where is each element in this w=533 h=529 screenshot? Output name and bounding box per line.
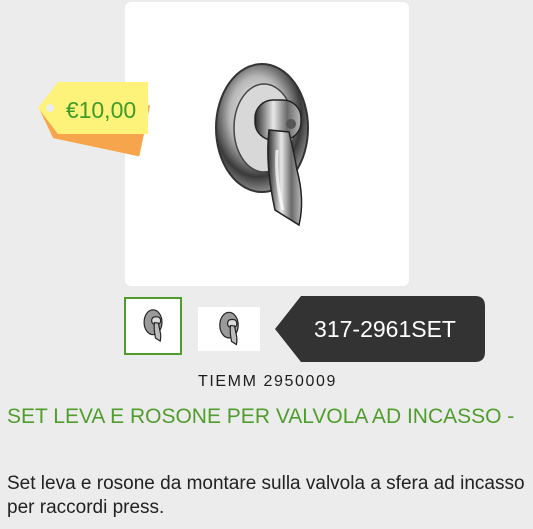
mixer-lever-icon bbox=[219, 311, 239, 346]
price-label: €10,00 bbox=[65, 97, 137, 123]
mixer-lever-icon bbox=[215, 63, 309, 227]
product-image-frame[interactable] bbox=[125, 2, 409, 286]
product-description: Set leva e rosone da montare sulla valvo… bbox=[7, 473, 525, 518]
thumbnail-1[interactable] bbox=[124, 297, 182, 355]
product-code: 317-2961SET bbox=[314, 316, 456, 342]
thumbnail-2[interactable] bbox=[198, 307, 260, 351]
mixer-lever-icon bbox=[143, 309, 163, 342]
product-title: SET LEVA E ROSONE PER VALVOLA AD INCASSO… bbox=[7, 405, 515, 428]
brand-code: TIEMM 2950009 bbox=[197, 373, 338, 390]
